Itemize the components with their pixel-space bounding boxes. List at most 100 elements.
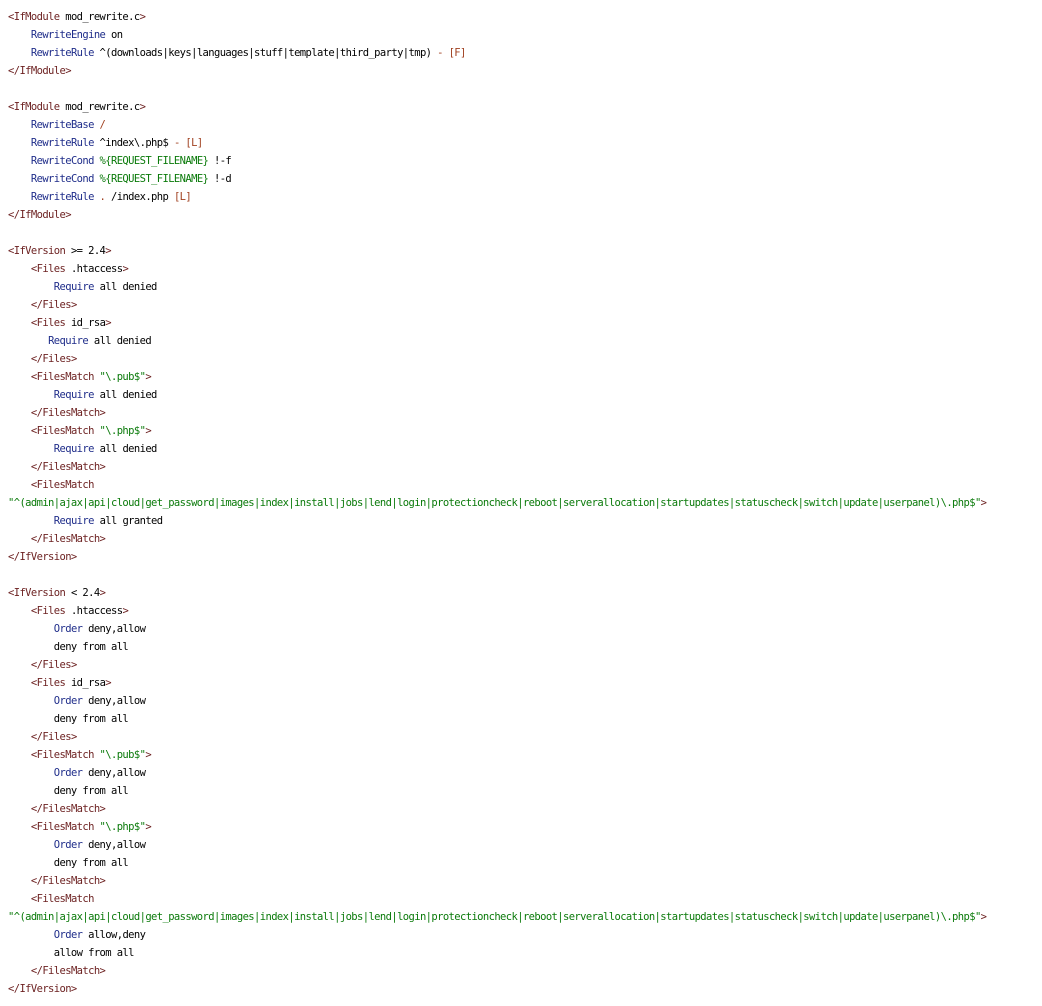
code-token: </FilesMatch> xyxy=(30,965,106,977)
code-token: <IfModule xyxy=(8,101,60,113)
code-line: RewriteRule ^(downloads|keys|languages|s… xyxy=(8,44,1042,62)
code-line: </FilesMatch> xyxy=(8,404,1042,422)
code-token: deny from all xyxy=(8,857,129,869)
code-view: <IfModule mod_rewrite.c> RewriteEngine o… xyxy=(0,0,1042,998)
code-token: </IfVersion> xyxy=(8,551,77,563)
code-token: </IfModule> xyxy=(8,209,72,221)
code-line: <IfModule mod_rewrite.c> xyxy=(8,98,1042,116)
code-line: <FilesMatch xyxy=(8,890,1042,908)
code-line: RewriteCond %{REQUEST_FILENAME} !-f xyxy=(8,152,1042,170)
code-token: mod_rewrite.c xyxy=(59,101,140,113)
code-token: mod_rewrite.c xyxy=(59,11,140,23)
code-line: <IfVersion < 2.4> xyxy=(8,584,1042,602)
code-token: .htaccess xyxy=(65,605,123,617)
code-line: deny from all xyxy=(8,710,1042,728)
code-token: deny,allow xyxy=(82,839,146,851)
code-line: Order deny,allow xyxy=(8,620,1042,638)
code-token: .htaccess xyxy=(65,263,123,275)
code-line: </FilesMatch> xyxy=(8,458,1042,476)
code-line: </FilesMatch> xyxy=(8,530,1042,548)
code-token: > xyxy=(980,497,987,509)
code-token: < 2.4 xyxy=(65,587,100,599)
code-line: "^(admin|ajax|api|cloud|get_password|ima… xyxy=(8,908,1042,926)
code-token: allow from all xyxy=(8,947,135,959)
code-token: </FilesMatch> xyxy=(30,407,106,419)
code-token: %{REQUEST_FILENAME} xyxy=(93,173,209,185)
code-token: deny from all xyxy=(8,713,129,725)
code-token: deny,allow xyxy=(82,695,146,707)
code-token: >= 2.4 xyxy=(65,245,106,257)
code-line: </Files> xyxy=(8,728,1042,746)
code-line: Require all denied xyxy=(8,440,1042,458)
code-token: Require xyxy=(53,389,95,401)
code-token: RewriteBase xyxy=(30,119,95,131)
code-token: . xyxy=(93,191,106,203)
code-line: Require all granted xyxy=(8,512,1042,530)
code-token: > xyxy=(105,677,112,689)
code-line: <FilesMatch "\.php$"> xyxy=(8,818,1042,836)
code-token: <FilesMatch xyxy=(30,425,95,437)
code-line: deny from all xyxy=(8,638,1042,656)
code-line: Require all denied xyxy=(8,278,1042,296)
code-token: "\.pub$" xyxy=(93,371,146,383)
code-line: <IfModule mod_rewrite.c> xyxy=(8,8,1042,26)
code-token: </FilesMatch> xyxy=(30,875,106,887)
code-line: deny from all xyxy=(8,782,1042,800)
code-line: <Files id_rsa> xyxy=(8,674,1042,692)
code-line: RewriteEngine on xyxy=(8,26,1042,44)
code-token: <FilesMatch xyxy=(30,479,95,491)
code-line: <Files id_rsa> xyxy=(8,314,1042,332)
code-line: <FilesMatch xyxy=(8,476,1042,494)
code-line: Order allow,deny xyxy=(8,926,1042,944)
code-token: </FilesMatch> xyxy=(30,533,106,545)
code-token: "^(admin|ajax|api|cloud|get_password|ima… xyxy=(8,497,981,509)
code-token: Require xyxy=(53,443,95,455)
code-line: Order deny,allow xyxy=(8,692,1042,710)
code-token: deny from all xyxy=(8,641,129,653)
code-token: <Files xyxy=(30,317,66,329)
code-token: / xyxy=(93,119,106,131)
code-token: allow,deny xyxy=(82,929,146,941)
code-token: > xyxy=(139,101,146,113)
code-token: - [F] xyxy=(437,47,466,59)
code-token: > xyxy=(145,425,152,437)
code-token: !-f xyxy=(208,155,232,167)
code-token: all denied xyxy=(93,389,158,401)
code-token: deny,allow xyxy=(82,623,146,635)
code-line: </Files> xyxy=(8,350,1042,368)
code-token: Order xyxy=(53,929,83,941)
code-line: RewriteRule . /index.php [L] xyxy=(8,188,1042,206)
code-token: Order xyxy=(53,767,83,779)
code-token: Require xyxy=(53,281,95,293)
code-token: > xyxy=(145,821,152,833)
code-token: </Files> xyxy=(30,731,77,743)
code-line: deny from all xyxy=(8,854,1042,872)
code-token: "\.php$" xyxy=(93,821,146,833)
